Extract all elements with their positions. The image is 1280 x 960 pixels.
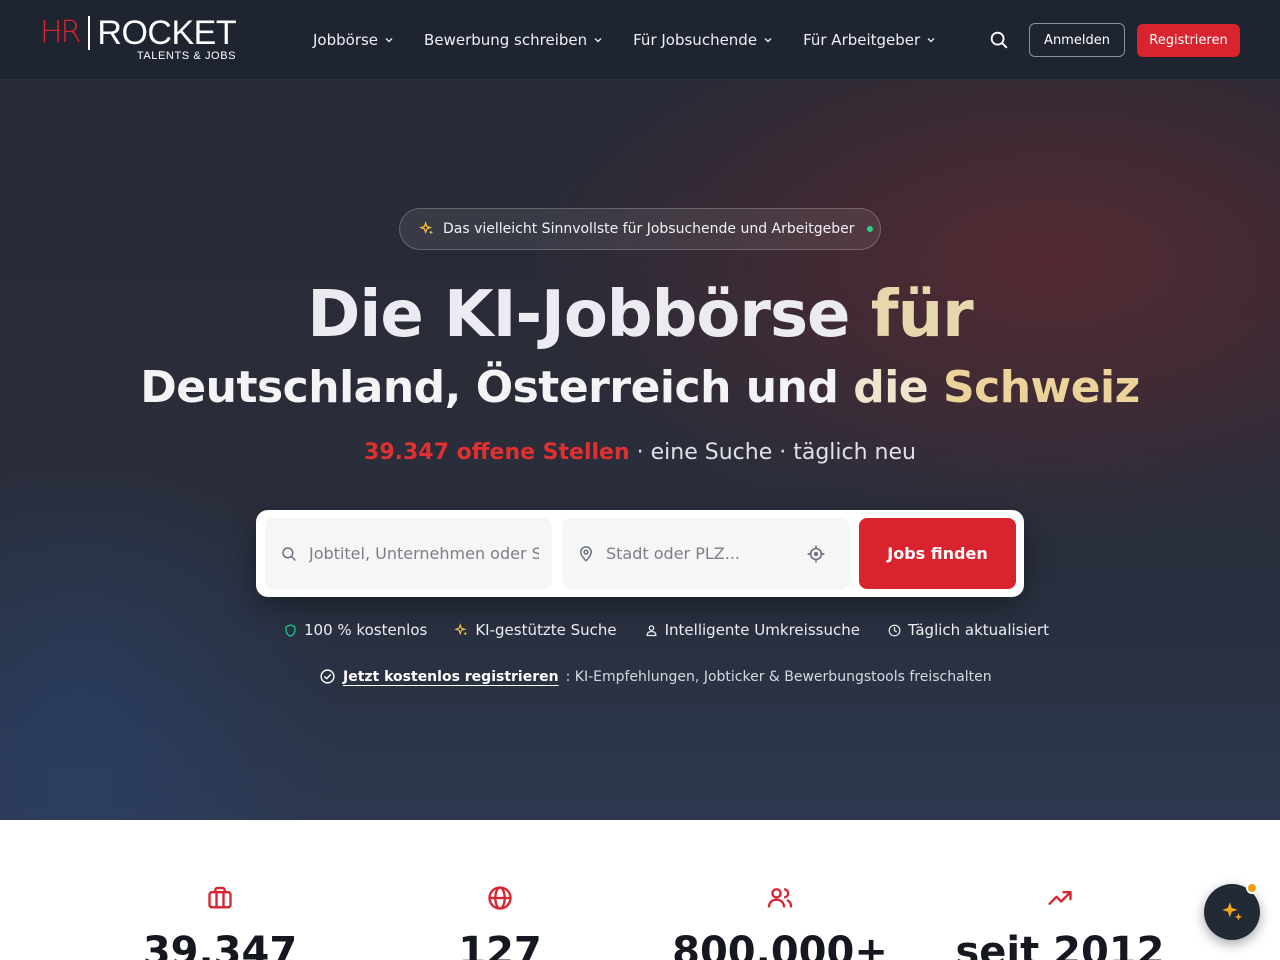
logo[interactable]: HR ROCKET TALENTS & JOBS: [40, 14, 240, 63]
users-icon: [767, 888, 793, 908]
stat-countries: 127: [380, 884, 620, 960]
feature-daily-updated: Täglich aktualisiert: [887, 620, 1049, 640]
stat-users: 800.000+: [660, 884, 900, 960]
check-circle-icon: [320, 669, 335, 684]
job-query-field[interactable]: [265, 518, 552, 589]
chevron-down-icon: [927, 38, 935, 43]
logo-name: ROCKET: [97, 14, 237, 52]
open-jobs-count: 39.347 offene Stellen: [364, 440, 630, 465]
person-pin-icon: [646, 624, 657, 636]
job-count-line: 39.347 offene Stellen · eine Suche · täg…: [364, 440, 916, 465]
register-free-link[interactable]: Jetzt kostenlos registrieren: [343, 669, 559, 685]
nav-item-bewerbung[interactable]: Bewerbung schreiben: [424, 31, 603, 49]
logo-tagline: TALENTS & JOBS: [136, 50, 237, 62]
shield-icon: [285, 623, 296, 637]
logo-divider: [88, 16, 91, 50]
locate-me-icon[interactable]: [806, 544, 826, 564]
sparkle-icon: [1222, 902, 1243, 921]
feature-free: 100 % kostenlos: [283, 620, 427, 640]
hero-title: Die KI-Jobbörse für: [307, 278, 973, 352]
main-nav: Jobbörse Bewerbung schreiben Für Jobsuch…: [313, 0, 936, 80]
feature-radius-search: Intelligente Umkreissuche: [644, 620, 860, 640]
find-jobs-button[interactable]: Jobs finden: [859, 518, 1016, 589]
register-cta: Jetzt kostenlos registrieren : KI-Empfeh…: [319, 668, 992, 685]
site-header: HR ROCKET TALENTS & JOBS Jobbörse Bewerb…: [0, 0, 1280, 80]
nav-item-jobsuchende[interactable]: Für Jobsuchende: [633, 31, 773, 49]
job-search-bar: Jobs finden: [256, 510, 1024, 597]
notification-dot: [1246, 882, 1258, 894]
briefcase-icon: [208, 886, 232, 909]
chevron-down-icon: [764, 38, 772, 43]
nav-item-arbeitgeber[interactable]: Für Arbeitgeber: [803, 31, 936, 49]
job-query-input[interactable]: [309, 544, 539, 563]
chevron-down-icon: [594, 38, 602, 43]
nav-item-jobboerse[interactable]: Jobbörse: [313, 31, 394, 49]
clock-icon: [888, 624, 901, 636]
chevron-down-icon: [385, 38, 393, 43]
stats-section: 39.347 127 800.000+ seit 2012: [0, 820, 1280, 960]
login-button[interactable]: Anmelden: [1029, 23, 1125, 57]
search-icon: [282, 546, 296, 561]
feature-ai-search: KI-gestützte Suche: [454, 620, 617, 640]
trending-up-icon: [1048, 891, 1072, 905]
map-pin-icon: [579, 545, 593, 562]
hero-section: Das vielleicht Sinnvollste für Jobsuchen…: [0, 80, 1280, 820]
globe-icon: [488, 886, 512, 910]
register-button[interactable]: Registrieren: [1137, 24, 1240, 57]
hero-badge: Das vielleicht Sinnvollste für Jobsuchen…: [399, 208, 881, 250]
stat-open-jobs: 39.347: [100, 884, 340, 960]
feature-list: 100 % kostenlos KI-gestützte Suche Intel…: [283, 620, 1049, 640]
status-dot: [866, 226, 873, 232]
location-input[interactable]: [606, 544, 836, 563]
sparkle-icon: [454, 622, 468, 635]
location-field[interactable]: [562, 518, 850, 589]
register-cta-text: : KI-Empfehlungen, Jobticker & Bewerbung…: [565, 668, 992, 685]
search-icon[interactable]: [988, 29, 1010, 51]
badge-text: Das vielleicht Sinnvollste für Jobsuchen…: [443, 221, 855, 237]
hero-subtitle: Deutschland, Österreich und die Schweiz: [140, 362, 1140, 413]
sparkle-icon: [419, 221, 433, 235]
stat-since: seit 2012: [940, 884, 1180, 960]
ai-assistant-button[interactable]: [1204, 882, 1260, 940]
logo-mark: HR: [40, 15, 81, 50]
